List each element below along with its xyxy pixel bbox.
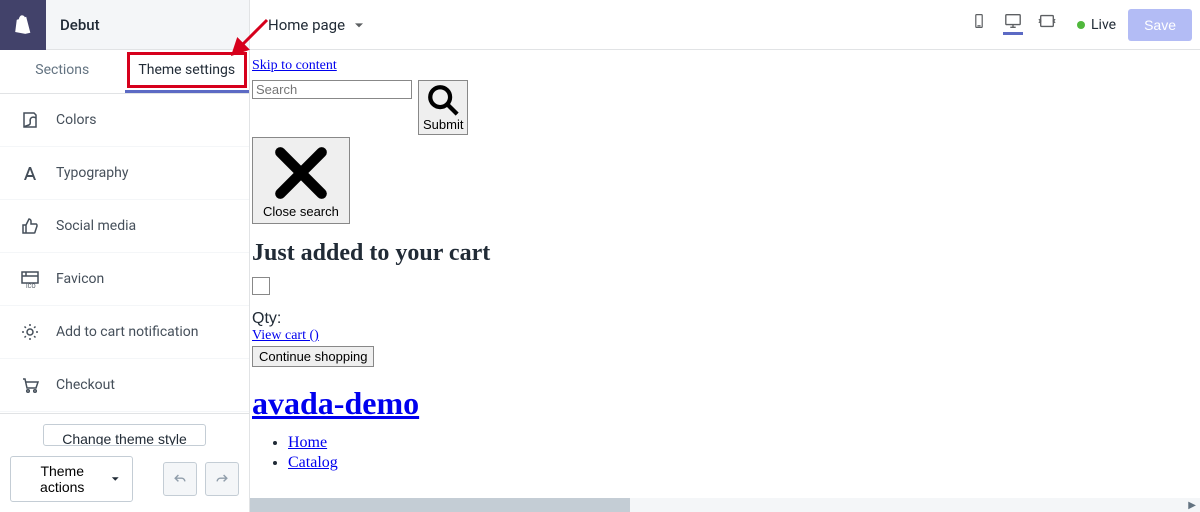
gear-icon xyxy=(20,322,40,342)
cart-heading: Just added to your cart xyxy=(252,240,1198,267)
setting-label: Favicon xyxy=(56,271,104,287)
live-label: Live xyxy=(1091,17,1116,33)
setting-label: Colors xyxy=(56,112,96,128)
setting-item-colors[interactable]: Colors xyxy=(0,94,249,147)
page-selector[interactable]: Home page xyxy=(250,16,969,34)
theme-name: Debut xyxy=(46,16,100,34)
search-input[interactable] xyxy=(252,80,412,99)
scrollbar-thumb[interactable] xyxy=(250,498,630,512)
continue-shopping-button[interactable]: Continue shopping xyxy=(252,346,374,367)
redo-button[interactable] xyxy=(205,462,239,496)
nav-item-home: Home xyxy=(288,434,1198,452)
setting-item-checkout[interactable]: Checkout xyxy=(0,359,249,412)
scroll-right-icon[interactable]: ▶ xyxy=(1188,500,1196,511)
caret-down-icon xyxy=(111,474,120,484)
setting-label: Checkout xyxy=(56,377,115,393)
nav-link-home[interactable]: Home xyxy=(288,434,327,451)
theme-actions-button[interactable]: Theme actions xyxy=(10,456,133,502)
undo-redo-group xyxy=(163,462,239,496)
cart-icon xyxy=(20,375,40,395)
save-button[interactable]: Save xyxy=(1128,9,1192,41)
setting-label: Add to cart notification xyxy=(56,324,198,340)
setting-label: Social media xyxy=(56,218,136,234)
desktop-icon[interactable] xyxy=(1003,15,1023,35)
sidebar-footer: Change theme style Theme actions xyxy=(0,413,249,512)
close-search-button[interactable]: Close search xyxy=(252,137,350,224)
product-image-placeholder xyxy=(252,277,270,295)
setting-item-favicon[interactable]: ICO Favicon xyxy=(0,253,249,306)
header-left: Debut xyxy=(0,0,250,49)
typography-icon xyxy=(20,163,40,183)
tab-theme-settings-label: Theme settings xyxy=(138,62,235,78)
mobile-icon[interactable] xyxy=(969,15,989,35)
close-icon xyxy=(270,142,332,204)
nav-item-catalog: Catalog xyxy=(288,454,1198,472)
nav-list: Home Catalog xyxy=(288,434,1198,472)
store-name-link[interactable]: avada-demo xyxy=(252,385,419,421)
theme-actions-label: Theme actions xyxy=(23,463,101,495)
view-cart-link[interactable]: View cart () xyxy=(252,328,319,343)
fullscreen-icon[interactable] xyxy=(1037,15,1057,35)
submit-label: Submit xyxy=(423,117,463,132)
submit-button[interactable]: Submit xyxy=(418,80,468,135)
setting-item-social[interactable]: Social media xyxy=(0,200,249,253)
change-theme-style-button[interactable]: Change theme style xyxy=(43,424,206,446)
header-right: Live Save xyxy=(1077,9,1200,41)
svg-text:ICO: ICO xyxy=(26,283,36,289)
skip-to-content-link[interactable]: Skip to content xyxy=(252,58,337,73)
sidebar-tabs: Sections Theme settings xyxy=(0,50,249,94)
tab-sections[interactable]: Sections xyxy=(0,50,125,93)
sidebar: Sections Theme settings Colors Typograph xyxy=(0,50,250,512)
tab-theme-settings[interactable]: Theme settings xyxy=(125,50,250,93)
device-switcher xyxy=(969,15,1057,35)
qty-label: Qty: xyxy=(252,310,1198,328)
thumbsup-icon xyxy=(20,216,40,236)
settings-list[interactable]: Colors Typography Social media ICO Favic… xyxy=(0,94,249,413)
live-dot-icon xyxy=(1077,21,1085,29)
colors-icon xyxy=(20,110,40,130)
horizontal-scrollbar[interactable]: ▶ xyxy=(250,498,1200,512)
status-live: Live xyxy=(1077,17,1116,33)
favicon-icon: ICO xyxy=(20,269,40,289)
store-name-heading: avada-demo xyxy=(252,385,1198,422)
nav-link-catalog[interactable]: Catalog xyxy=(288,454,338,471)
shopify-logo-icon xyxy=(0,0,46,50)
setting-label: Typography xyxy=(56,165,128,181)
header: Debut Home page Live Save xyxy=(0,0,1200,50)
close-search-label: Close search xyxy=(263,204,339,219)
undo-button[interactable] xyxy=(163,462,197,496)
setting-item-typography[interactable]: Typography xyxy=(0,147,249,200)
search-icon xyxy=(426,83,460,117)
preview-content: Skip to content Submit Close search Just… xyxy=(250,50,1200,482)
preview-pane[interactable]: Skip to content Submit Close search Just… xyxy=(250,50,1200,512)
page-selector-label: Home page xyxy=(268,16,345,34)
body: Sections Theme settings Colors Typograph xyxy=(0,50,1200,512)
setting-item-cart-notification[interactable]: Add to cart notification xyxy=(0,306,249,359)
